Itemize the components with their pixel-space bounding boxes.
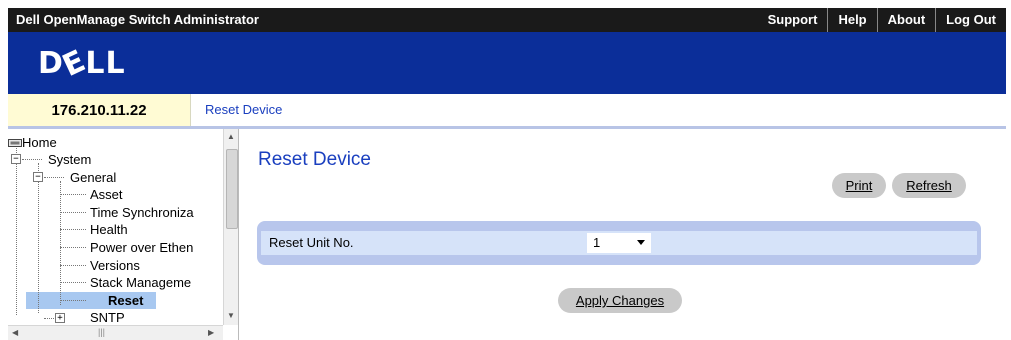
home-icon — [8, 139, 22, 147]
reset-form: Reset Unit No. 1 — [257, 221, 981, 265]
reset-unit-value: 1 — [593, 235, 601, 250]
scroll-down-icon[interactable]: ▼ — [227, 311, 235, 320]
breadcrumb: Reset Device — [205, 102, 283, 117]
tree-connector — [60, 300, 86, 301]
dell-logo: DELL — [38, 43, 126, 84]
app-title: Dell OpenManage Switch Administrator — [16, 12, 259, 27]
minus-toggle-icon[interactable]: − — [11, 154, 21, 164]
navigation-tree: Home − System − General Asset Time Synch… — [8, 129, 239, 340]
top-bar: Dell OpenManage Switch Administrator Sup… — [8, 8, 1006, 32]
form-row: Reset Unit No. 1 — [261, 231, 977, 255]
tree-item-system[interactable]: System — [48, 152, 91, 168]
tree-item-reset[interactable]: Reset — [108, 293, 143, 309]
tree-connector — [60, 212, 86, 213]
reset-unit-select[interactable]: 1 — [587, 233, 651, 253]
tree-connector — [44, 177, 64, 178]
tree-item-home[interactable]: Home — [8, 135, 57, 151]
tree-connector — [60, 247, 86, 248]
print-button[interactable]: Print — [832, 173, 886, 198]
scroll-thumb[interactable] — [226, 149, 238, 229]
tree-connector — [22, 159, 42, 160]
plus-toggle-icon[interactable]: + — [55, 313, 65, 323]
tree-connector — [60, 194, 86, 195]
reset-unit-label: Reset Unit No. — [269, 235, 354, 250]
tree-item-general[interactable]: General — [70, 170, 116, 186]
tree-connector — [60, 181, 61, 305]
nav-help-link[interactable]: Help — [827, 8, 876, 32]
refresh-button[interactable]: Refresh — [892, 173, 966, 198]
tree-item-sntp[interactable]: SNTP — [90, 310, 125, 326]
tree-item-label: Home — [22, 135, 57, 150]
tree-item-health[interactable]: Health — [90, 222, 128, 238]
apply-changes-button[interactable]: Apply Changes — [558, 288, 682, 313]
scroll-left-icon[interactable]: ◀ — [12, 328, 18, 337]
tree-connector — [16, 145, 17, 315]
tree-connector — [60, 229, 86, 230]
scroll-up-icon[interactable]: ▲ — [227, 132, 235, 141]
tree-item-power-over-ethernet[interactable]: Power over Ethen — [90, 240, 193, 256]
tree-connector — [38, 163, 39, 313]
minus-toggle-icon[interactable]: − — [33, 172, 43, 182]
tree-item-versions[interactable]: Versions — [90, 258, 140, 274]
brand-banner: DELL — [8, 32, 1006, 94]
tree-item-asset[interactable]: Asset — [90, 187, 123, 203]
chevron-down-icon — [637, 240, 645, 245]
tree-connector — [60, 282, 86, 283]
scroll-right-icon[interactable]: ▶ — [208, 328, 214, 337]
device-ip-address: 176.210.11.22 — [8, 94, 191, 126]
scroll-grip-icon: ||| — [98, 327, 106, 337]
tree-item-stack-management[interactable]: Stack Manageme — [90, 275, 191, 291]
nav-support-link[interactable]: Support — [758, 8, 828, 32]
nav-logout-link[interactable]: Log Out — [935, 8, 1006, 32]
tree-item-time-synchronization[interactable]: Time Synchroniza — [90, 205, 194, 221]
tree-connector — [60, 265, 86, 266]
nav-about-link[interactable]: About — [876, 8, 936, 32]
location-bar: 176.210.11.22 Reset Device — [8, 94, 1006, 129]
tree-vertical-scrollbar[interactable]: ▲ ▼ — [223, 129, 238, 325]
tree-horizontal-scrollbar[interactable]: ◀ ||| ▶ — [8, 325, 223, 340]
top-nav: Support Help About Log Out — [758, 8, 1006, 32]
page-title: Reset Device — [258, 149, 371, 170]
